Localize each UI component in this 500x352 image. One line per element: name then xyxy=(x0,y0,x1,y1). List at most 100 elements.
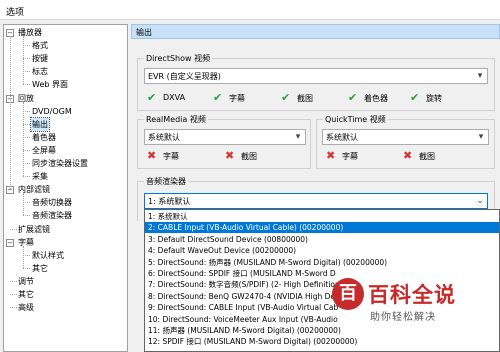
check-icon: ✔ xyxy=(213,91,223,104)
feature-label: 截图 xyxy=(419,152,435,161)
audio-renderer-option[interactable]: 3: Default DirectSound Device (00800000) xyxy=(145,234,499,245)
chevron-down-icon: ⌄ xyxy=(476,196,484,206)
options-tree[interactable]: − 播放器 格式 按键 标志 Web 界面 − 回放 DVD/OGM 输出 着色器 全屏幕 同步渲染器设… xyxy=(3,24,128,352)
audio-renderer-value: 1: 系统默认 xyxy=(148,197,191,206)
watermark: 百 百科全说 助你轻松解决 xyxy=(332,278,472,330)
baike-logo-icon: 百 xyxy=(332,278,364,310)
watermark-title: 百科全说 xyxy=(368,283,456,307)
tree-item-label: 同步渲染器设置 xyxy=(32,159,88,168)
title-bar: 选项 xyxy=(0,0,500,20)
audio-renderer-group-label: 音频渲染器 xyxy=(144,176,188,187)
feature-label: 旋转 xyxy=(426,94,442,103)
feature-indicator: ✔ 旋转 xyxy=(410,92,470,104)
tree-item-label: 其它 xyxy=(32,263,48,273)
tree-item-label: 音频渲染器 xyxy=(32,211,72,221)
tree-connector xyxy=(23,149,30,151)
tree-guide-line xyxy=(23,36,24,85)
tree-connector xyxy=(10,280,17,282)
feature-label: 截图 xyxy=(297,94,313,103)
feature-indicator: ✔ 着色器 xyxy=(348,92,408,104)
feature-indicator: ✖ 字幕 xyxy=(147,150,207,162)
feature-indicator: ✖ 截图 xyxy=(225,150,285,162)
check-icon: ✔ xyxy=(348,91,358,104)
audio-renderer-option[interactable]: 5: DirectSound: 扬声器 (MUSILAND M-Sword Di… xyxy=(145,257,499,268)
quicktime-group-label: QuickTime 视频 xyxy=(323,114,388,125)
tree-item-label: 格式 xyxy=(32,41,48,51)
tree-connector xyxy=(10,307,17,309)
audio-renderer-option[interactable]: 1: 系统默认 xyxy=(145,211,499,222)
tree-connector xyxy=(23,136,30,138)
audio-renderer-option[interactable]: 2: CABLE Input (VB-Audio Virtual Cable) … xyxy=(145,222,499,234)
feature-indicator: ✖ 字幕 xyxy=(326,150,386,162)
tree-connector xyxy=(23,254,30,256)
tree-connector xyxy=(23,215,30,217)
tree-connector xyxy=(23,202,30,204)
check-icon: ✔ xyxy=(147,91,157,104)
tree-connector xyxy=(10,228,17,230)
feature-indicator: ✔ DXVA xyxy=(147,92,207,104)
tree-item-label: 采集 xyxy=(32,172,48,182)
cross-icon: ✖ xyxy=(326,149,336,162)
tree-connector xyxy=(23,84,30,86)
directshow-group: DirectShow 视频 EVR (自定义呈现器) ▾ ✔ DXVA ✔ 字幕 ✔ 截图… xyxy=(137,53,495,111)
chevron-down-icon: ▾ xyxy=(477,71,483,81)
audio-renderer-option[interactable]: 4: Default WaveOut Device (00200000) xyxy=(145,245,499,256)
quicktime-renderer-value: 系统默认 xyxy=(326,133,358,142)
realmedia-group: RealMedia 视频 系统默认 ▾ ✖ 字幕 ✖ 截图 xyxy=(137,114,311,169)
window-title: 选项 xyxy=(6,8,25,18)
tree-connector xyxy=(23,176,30,178)
tree-item-label: DVD/OGM xyxy=(32,106,72,116)
tree-item-label: 字幕 xyxy=(18,237,34,247)
tree-connector xyxy=(23,58,30,60)
tree-item[interactable]: 调节 xyxy=(4,275,127,288)
tree-connector xyxy=(23,163,30,164)
audio-renderer-select[interactable]: 1: 系统默认 ⌄ xyxy=(144,193,488,209)
check-icon: ✔ xyxy=(410,91,420,104)
tree-connector xyxy=(23,110,30,112)
feature-label: 着色器 xyxy=(364,94,388,103)
feature-label: 字幕 xyxy=(229,94,245,103)
tree-item-label: 回放 xyxy=(18,93,34,103)
tree-item-label: 全屏幕 xyxy=(32,145,56,155)
audio-renderer-option[interactable]: 12: SPDIF 接口 (MUSILAND M-Sword Digital) … xyxy=(145,336,499,347)
tree-item-label: 着色器 xyxy=(32,132,56,142)
directshow-group-label: DirectShow 视频 xyxy=(144,53,213,64)
collapse-toggle-icon[interactable]: − xyxy=(6,238,14,247)
tree-connector xyxy=(23,45,30,47)
realmedia-renderer-select[interactable]: 系统默认 ▾ xyxy=(144,129,306,145)
directshow-renderer-select[interactable]: EVR (自定义呈现器) ▾ xyxy=(144,68,488,84)
cross-icon: ✖ xyxy=(403,149,413,162)
tree-item-label: 扩展滤镜 xyxy=(18,224,50,234)
feature-indicator: ✔ 截图 xyxy=(281,92,341,104)
tree-connector xyxy=(23,123,30,125)
quicktime-renderer-select[interactable]: 系统默认 ▾ xyxy=(322,129,489,145)
tree-item-label: 按键 xyxy=(32,54,48,64)
tree-item[interactable]: 其它 xyxy=(4,288,127,301)
tree-item[interactable]: 高级 xyxy=(4,301,127,314)
chevron-down-icon: ▾ xyxy=(478,132,484,142)
tree-connector xyxy=(10,294,17,295)
watermark-subtitle: 助你轻松解决 xyxy=(370,312,436,323)
tree-item-label: 音频切换器 xyxy=(32,198,72,208)
tree-item-label: 播放器 xyxy=(18,28,42,37)
directshow-renderer-value: EVR (自定义呈现器) xyxy=(148,72,221,81)
realmedia-renderer-value: 系统默认 xyxy=(148,133,180,142)
tree-item[interactable]: 扩展滤镜 xyxy=(4,223,127,236)
tree-guide-line xyxy=(10,36,11,190)
quicktime-group: QuickTime 视频 系统默认 ▾ ✖ 字幕 ✖ 截图 xyxy=(316,114,495,169)
cross-icon: ✖ xyxy=(147,149,157,162)
tree-guide-line xyxy=(23,245,24,268)
tree-item-label: 默认样式 xyxy=(32,250,64,260)
tree-item-label: 其它 xyxy=(18,290,34,299)
tree-connector xyxy=(23,267,30,269)
feature-indicator: ✖ 截图 xyxy=(403,150,463,162)
tree-guide-line xyxy=(23,101,24,177)
feature-label: DXVA xyxy=(163,93,186,102)
tree-item-label: 调节 xyxy=(18,276,34,286)
realmedia-group-label: RealMedia 视频 xyxy=(144,114,208,125)
tree-item-label: 标志 xyxy=(32,67,48,77)
tree-item-label: Web 界面 xyxy=(32,80,68,90)
check-icon: ✔ xyxy=(281,91,291,104)
panel-header: 输出 xyxy=(131,24,500,39)
tree-item-label: 输出 xyxy=(30,116,50,132)
